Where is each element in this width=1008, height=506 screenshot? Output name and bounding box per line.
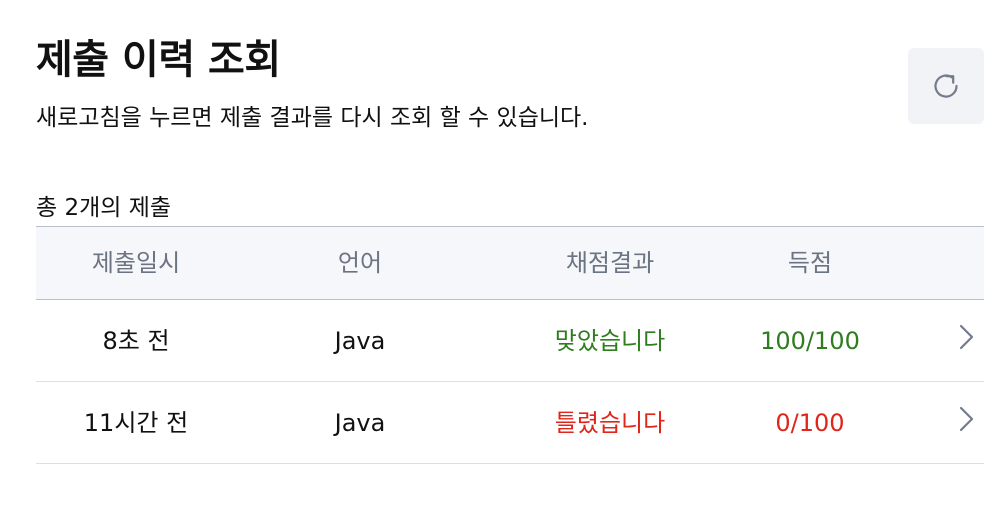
column-header-time: 제출일시: [91, 249, 181, 277]
refresh-icon: [928, 68, 964, 104]
table-header: 제출일시 언어 채점결과 득점: [36, 226, 984, 300]
row-detail-link[interactable]: [884, 403, 984, 443]
chevron-right-icon: [952, 403, 980, 443]
submission-time: 11시간 전: [83, 408, 189, 437]
page-title: 제출 이력 조회: [36, 37, 281, 83]
submission-result: 맞았습니다: [554, 326, 666, 355]
column-header-score: 득점: [787, 249, 833, 277]
column-header-result: 채점결과: [565, 249, 655, 277]
table-row[interactable]: 11시간 전 Java 틀렸습니다 0/100: [36, 382, 984, 464]
submission-score: 0/100: [775, 408, 845, 437]
chevron-right-icon: [952, 321, 980, 361]
submission-language: Java: [334, 326, 386, 355]
row-detail-link[interactable]: [884, 321, 984, 361]
submission-language: Java: [334, 408, 386, 437]
submission-result: 틀렸습니다: [554, 408, 666, 437]
submission-score: 100/100: [760, 326, 860, 355]
refresh-button[interactable]: [908, 48, 984, 124]
submission-history-page: 제출 이력 조회 새로고침을 누르면 제출 결과를 다시 조회 할 수 있습니다…: [0, 0, 1008, 506]
submission-table: 제출일시 언어 채점결과 득점 8초 전 Java 맞았습니다 100/100 …: [36, 226, 984, 464]
column-header-language: 언어: [337, 249, 383, 277]
table-row[interactable]: 8초 전 Java 맞았습니다 100/100: [36, 300, 984, 382]
page-subtitle: 새로고침을 누르면 제출 결과를 다시 조회 할 수 있습니다.: [36, 105, 589, 131]
submission-count: 총 2개의 제출: [36, 195, 172, 221]
submission-time: 8초 전: [102, 326, 170, 355]
